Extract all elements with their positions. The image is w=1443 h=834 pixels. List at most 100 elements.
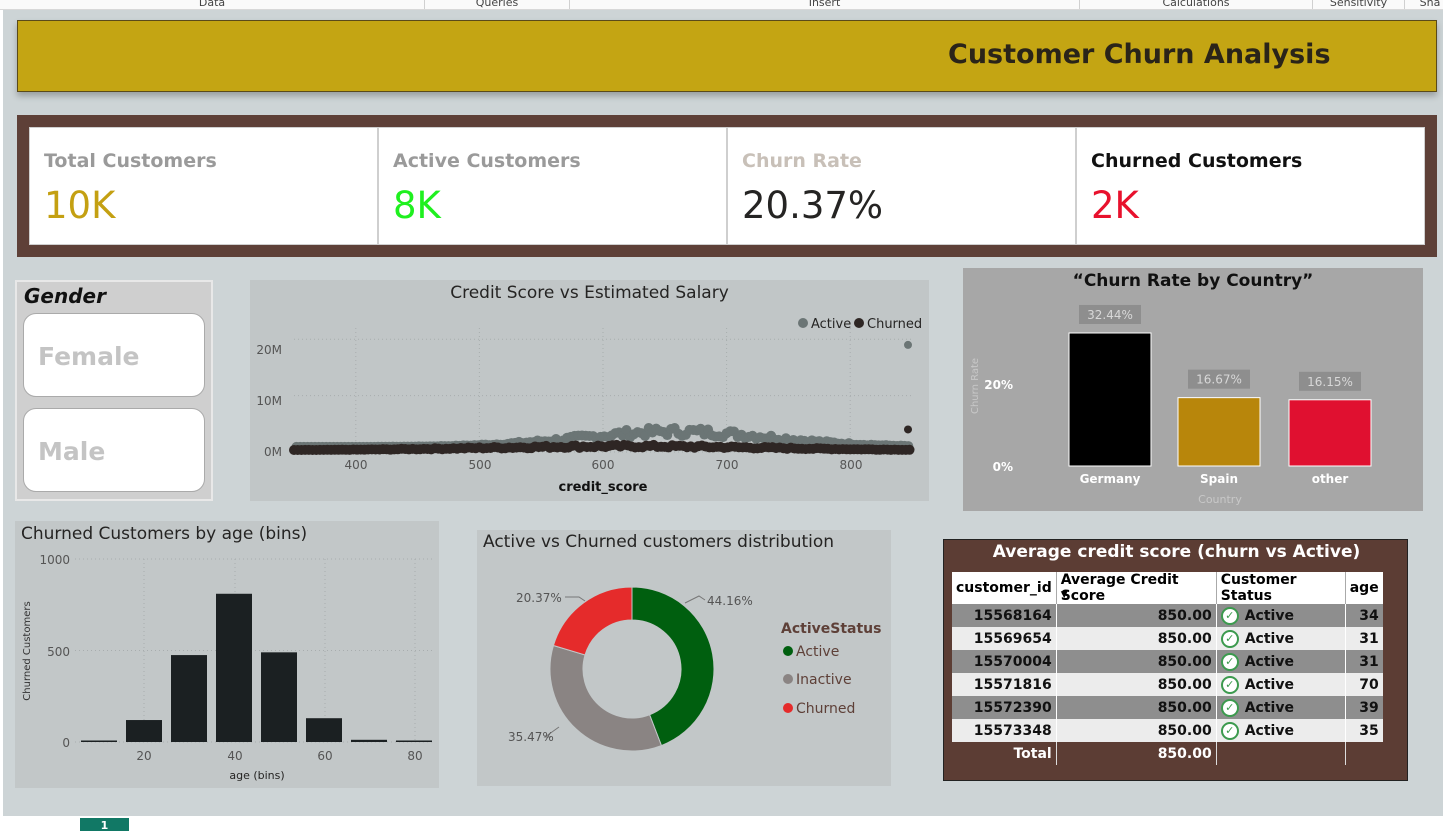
age-bar[interactable] xyxy=(81,740,117,743)
kpi-label: Churn Rate xyxy=(742,150,862,172)
kpi-card-active-customers[interactable]: Active Customers 8K xyxy=(378,127,727,245)
column-header-label: Average Credit Score xyxy=(1060,572,1179,604)
table-total-row: Total 850.00 xyxy=(952,742,1383,765)
table-row[interactable]: 15568164 850.00 ✓ Active 34 xyxy=(952,604,1383,627)
ribbon-tab-sensitivity[interactable]: Sensitivity xyxy=(1313,0,1405,9)
status-cell: ✓ Active xyxy=(1216,650,1346,673)
x-tick-label: 500 xyxy=(469,458,492,472)
y-tick-label: 1000 xyxy=(39,553,70,567)
age-cell: 39 xyxy=(1359,699,1379,716)
gender-slicer-title: Gender xyxy=(24,284,106,308)
country-x-axis-label: Country xyxy=(1198,493,1242,506)
ribbon-tab-share[interactable]: Sha xyxy=(1405,0,1443,9)
column-header-average-credit-score[interactable]: Average Credit Score ▼ xyxy=(1056,572,1217,604)
scatter-chart[interactable]: Active Churned 20M 10M 0M 400 500 600 70… xyxy=(250,280,929,501)
legend-active-marker xyxy=(798,318,808,328)
country-chart[interactable]: Churn Rate 20% 0% 32.44% Germany 16.67% Spa… xyxy=(963,268,1423,511)
customer-id-cell: 15573348 xyxy=(952,719,1057,742)
ribbon-tab-insert[interactable]: Insert xyxy=(570,0,1080,9)
age-bar[interactable] xyxy=(306,718,342,742)
ribbon-tab-data[interactable]: Data xyxy=(0,0,425,9)
title-banner: Customer Churn Analysis xyxy=(17,20,1437,92)
kpi-label: Total Customers xyxy=(44,150,217,172)
gender-option-label: Male xyxy=(38,437,106,466)
column-header-customer-id[interactable]: customer_id xyxy=(952,572,1057,604)
page-tabs-bar: 1 xyxy=(0,816,1443,832)
column-header-customer-status[interactable]: Customer Status xyxy=(1216,572,1346,604)
table-row[interactable]: 15570004 850.00 ✓ Active 31 xyxy=(952,650,1383,673)
page-tab[interactable]: 1 xyxy=(80,818,129,832)
check-circle-icon: ✓ xyxy=(1220,629,1239,648)
table-row[interactable]: 15573348 850.00 ✓ Active 35 xyxy=(952,719,1383,742)
kpi-value: 2K xyxy=(1091,184,1139,227)
age-bar[interactable] xyxy=(261,652,297,742)
legend-label: Churned xyxy=(796,701,855,717)
scatter-point-churned[interactable] xyxy=(904,444,915,455)
kpi-value: 20.37% xyxy=(742,184,884,227)
check-circle-icon: ✓ xyxy=(1220,606,1239,625)
status-text: Active xyxy=(1244,722,1294,739)
y-tick-label: 0% xyxy=(993,460,1013,474)
kpi-value: 10K xyxy=(44,184,116,227)
slice-label-churned: 20.37% xyxy=(516,591,562,605)
scatter-point-active[interactable] xyxy=(904,340,912,349)
country-bar-germany[interactable] xyxy=(1068,332,1152,467)
legend-label: Inactive xyxy=(796,672,852,688)
age-bar[interactable] xyxy=(126,720,162,742)
x-tick-label: Spain xyxy=(1200,472,1238,486)
x-tick-label: 800 xyxy=(840,458,863,472)
kpi-card-total-customers[interactable]: Total Customers 10K xyxy=(29,127,378,245)
x-tick-label: 20 xyxy=(136,749,151,763)
age-bar[interactable] xyxy=(171,655,207,742)
age-bar[interactable] xyxy=(351,739,387,742)
column-header-age[interactable]: age xyxy=(1345,572,1382,604)
customer-id-cell: 15568164 xyxy=(952,604,1057,627)
status-cell: ✓ Active xyxy=(1216,604,1346,627)
total-empty-cell xyxy=(1216,742,1346,765)
kpi-card-churned-customers[interactable]: Churned Customers 2K xyxy=(1076,127,1425,245)
kpi-value: 8K xyxy=(393,184,441,227)
country-chart-panel[interactable]: “Churn Rate by Country” Churn Rate 20% 0… xyxy=(963,268,1423,511)
age-cell: 70 xyxy=(1359,676,1379,693)
gender-option-female[interactable]: Female xyxy=(23,313,205,397)
credit-score-cell: 850.00 xyxy=(1056,673,1217,696)
age-bar[interactable] xyxy=(216,593,252,742)
gender-option-male[interactable]: Male xyxy=(23,408,205,492)
status-cell: ✓ Active xyxy=(1216,673,1346,696)
total-empty-cell xyxy=(1345,742,1382,765)
age-cell: 34 xyxy=(1359,607,1379,624)
scatter-point-churned[interactable] xyxy=(904,425,912,434)
customer-id-cell: 15570004 xyxy=(952,650,1057,673)
age-chart[interactable]: 1000 500 0 Churned Customers 20 40 60 80… xyxy=(15,521,439,788)
age-chart-panel[interactable]: Churned Customers by age (bins) 1000 500… xyxy=(15,521,439,788)
kpi-card-churn-rate[interactable]: Churn Rate 20.37% xyxy=(727,127,1076,245)
table-row[interactable]: 15571816 850.00 ✓ Active 70 xyxy=(952,673,1383,696)
leader-line xyxy=(684,595,706,604)
status-text: Active xyxy=(1244,676,1294,693)
donut-chart[interactable]: 44.16% 35.47% 20.37% ActiveStatus Active… xyxy=(477,530,891,786)
x-tick-label: 60 xyxy=(317,749,332,763)
ribbon-tab-queries[interactable]: Queries xyxy=(425,0,570,9)
donut-slice-inactive[interactable] xyxy=(549,644,663,752)
avg-credit-table-panel: Average credit score (churn vs Active) c… xyxy=(943,539,1408,781)
legend-churned-marker xyxy=(854,318,864,328)
y-tick-label: 20M xyxy=(256,343,282,357)
check-circle-icon: ✓ xyxy=(1220,675,1239,694)
status-text: Active xyxy=(1244,653,1294,670)
scatter-chart-panel[interactable]: Credit Score vs Estimated Salary Active … xyxy=(250,280,929,501)
age-bar[interactable] xyxy=(396,740,432,743)
leader-line xyxy=(565,596,586,602)
status-text: Active xyxy=(1244,607,1294,624)
table-row[interactable]: 15569654 850.00 ✓ Active 31 xyxy=(952,627,1383,650)
total-value: 850.00 xyxy=(1056,742,1217,765)
country-bar-other[interactable] xyxy=(1288,399,1372,467)
age-cell: 35 xyxy=(1359,722,1379,739)
table-row[interactable]: 15572390 850.00 ✓ Active 39 xyxy=(952,696,1383,719)
ribbon-tab-calculations[interactable]: Calculations xyxy=(1080,0,1313,9)
slice-label-inactive: 35.47% xyxy=(508,730,554,744)
customer-id-cell: 15571816 xyxy=(952,673,1057,696)
country-bar-spain[interactable] xyxy=(1177,397,1261,467)
donut-chart-panel[interactable]: Active vs Churned customers distribution… xyxy=(477,530,891,786)
check-circle-icon: ✓ xyxy=(1220,652,1239,671)
table-header-row: customer_id Average Credit Score ▼ Custo… xyxy=(952,572,1383,604)
